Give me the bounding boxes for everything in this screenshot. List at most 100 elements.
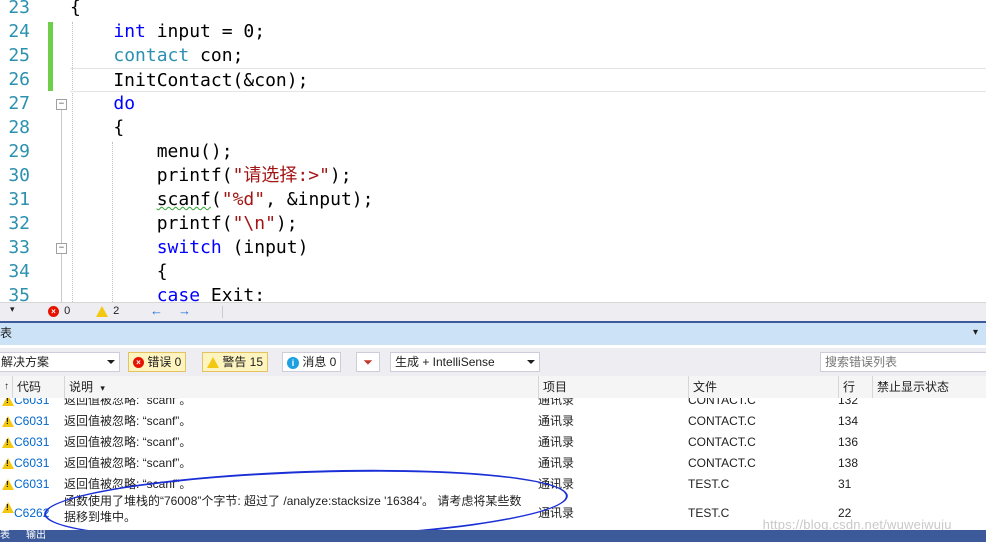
warning-code-link[interactable]: C6031 xyxy=(14,398,49,411)
error-list-toolbar: 解决方案 × 错误 0 警告 15 i 消息 0 ⏷ 生成 + IntelliS… xyxy=(0,348,986,376)
code-token: int xyxy=(113,21,146,42)
warning-icon xyxy=(2,398,14,406)
editor-status-strip: ▾ × 0 2 ← → xyxy=(0,302,986,321)
code-line[interactable]: do xyxy=(70,92,986,116)
messages-filter-button[interactable]: i 消息 0 xyxy=(282,352,342,372)
table-row[interactable]: C6031 返回值被忽略: “scanf”。 通讯录 CONTACT.C 136 xyxy=(0,432,986,453)
warning-line: 138 xyxy=(838,456,859,470)
chevron-down-icon xyxy=(527,360,535,364)
code-line[interactable]: { xyxy=(70,116,986,140)
code-line[interactable]: menu(); xyxy=(70,140,986,164)
table-row[interactable]: C6031 返回值被忽略: “scanf”。 通讯录 CONTACT.C 134 xyxy=(0,411,986,432)
chevron-down-icon[interactable]: ▾ xyxy=(10,304,15,315)
warning-project: 通讯录 xyxy=(538,414,575,428)
code-token: contact xyxy=(113,45,190,66)
warning-file: CONTACT.C xyxy=(688,456,756,470)
code-line[interactable]: InitContact(&con); xyxy=(70,68,986,92)
table-row[interactable]: C6031 返回值被忽略: “scanf”。 通讯录 CONTACT.C 132 xyxy=(0,398,986,411)
warning-project: 通讯录 xyxy=(538,456,575,470)
warning-code-link[interactable]: C6031 xyxy=(14,453,49,474)
warning-description: 返回值被忽略: “scanf”。 xyxy=(64,398,192,407)
build-filter-value: 生成 + IntelliSense xyxy=(395,355,495,369)
code-token: switch xyxy=(156,237,222,258)
code-token: "%d" xyxy=(221,189,266,210)
warning-code-link[interactable]: C6031 xyxy=(14,474,49,495)
line-number: 25 xyxy=(8,45,30,66)
line-number: 24 xyxy=(8,21,30,42)
warning-icon xyxy=(2,479,14,490)
code-line[interactable]: case Exit: xyxy=(70,284,986,302)
fold-toggle-switch[interactable]: − xyxy=(56,243,67,254)
code-token: printf( xyxy=(70,213,233,234)
filter-toggle-button[interactable]: ⏷ xyxy=(356,352,380,372)
warning-code-link[interactable]: C6031 xyxy=(14,411,49,432)
warnings-filter-button[interactable]: 警告 15 xyxy=(202,352,269,372)
fold-toggle-do[interactable]: − xyxy=(56,99,67,110)
fold-guide xyxy=(61,110,62,244)
code-token: "请选择:>" xyxy=(232,165,330,186)
code-line[interactable]: { xyxy=(70,0,986,20)
warning-description: 返回值被忽略: “scanf”。 xyxy=(64,414,192,428)
code-line[interactable]: int input = 0; xyxy=(70,20,986,44)
code-token: do xyxy=(113,93,136,114)
column-header-file[interactable]: 文件 xyxy=(688,376,838,398)
messages-filter-label: 消息 0 xyxy=(302,355,337,369)
code-token: "\n" xyxy=(232,213,276,234)
line-number: 23 xyxy=(8,0,30,18)
error-list-header: ↑ 代码 说明 ▾ 项目 文件 行 禁止显示状态 xyxy=(0,376,986,399)
nav-back-icon[interactable]: ← xyxy=(150,303,163,318)
line-number: 29 xyxy=(8,141,30,162)
change-indicator-bar xyxy=(48,22,53,91)
code-line[interactable]: printf("请选择:>"); xyxy=(70,164,986,188)
table-row[interactable]: C6031 返回值被忽略: “scanf”。 通讯录 CONTACT.C 138 xyxy=(0,453,986,474)
code-line[interactable]: { xyxy=(70,260,986,284)
warning-count: 2 xyxy=(113,305,120,317)
column-header-suppression[interactable]: 禁止显示状态 xyxy=(872,376,986,398)
line-number: 28 xyxy=(8,117,30,138)
line-number: 31 xyxy=(8,189,30,210)
code-token: con; xyxy=(189,45,244,66)
tab-error-list[interactable]: 表 xyxy=(0,530,10,542)
code-line[interactable]: scanf("%d", &input); xyxy=(70,188,986,212)
column-header-project[interactable]: 项目 xyxy=(538,376,688,398)
column-header-line[interactable]: 行 xyxy=(838,376,872,398)
error-icon: × xyxy=(48,305,59,317)
errors-filter-button[interactable]: × 错误 0 xyxy=(128,352,187,372)
code-token: printf( xyxy=(70,165,233,186)
warning-code-link[interactable]: C6031 xyxy=(14,432,49,453)
code-editor[interactable]: 23 24 25 26 27 28 29 30 31 32 33 34 35 − − { int inp… xyxy=(0,0,986,302)
warning-icon xyxy=(2,437,14,448)
chevron-down-icon[interactable]: ▾ xyxy=(973,323,978,343)
scope-dropdown[interactable]: 解决方案 xyxy=(0,352,120,372)
code-token: ); xyxy=(329,165,352,186)
tab-output[interactable]: 输出 xyxy=(26,530,46,542)
warning-icon xyxy=(2,416,14,427)
search-input[interactable] xyxy=(820,352,986,372)
warning-code-link[interactable]: C6262 xyxy=(14,503,49,524)
warning-file: TEST.C xyxy=(688,477,730,491)
error-list-rows: C6031返回值被忽略: “scanf”。通讯录CONTACT.C132C603… xyxy=(0,398,986,530)
warning-line: 136 xyxy=(838,435,859,449)
warning-line: 132 xyxy=(838,398,859,407)
error-count-indicator[interactable]: × 0 xyxy=(48,305,70,317)
code-line[interactable]: switch (input) xyxy=(70,236,986,260)
warning-line: 134 xyxy=(838,414,859,428)
warning-project: 通讯录 xyxy=(538,435,575,449)
warning-description-line2: 据移到堆中。 xyxy=(64,510,137,524)
warning-line: 31 xyxy=(838,477,852,491)
error-count: 0 xyxy=(64,305,71,317)
build-filter-dropdown[interactable]: 生成 + IntelliSense xyxy=(390,352,540,372)
column-header-description[interactable]: 说明 ▾ xyxy=(64,376,540,398)
code-token: ( xyxy=(210,189,222,210)
code-token: { xyxy=(70,117,125,138)
separator xyxy=(222,306,223,318)
code-line[interactable]: printf("\n"); xyxy=(70,212,986,236)
code-line[interactable]: contact con; xyxy=(70,44,986,68)
column-header-code[interactable]: 代码 xyxy=(12,376,64,398)
warning-count-indicator[interactable]: 2 xyxy=(96,305,119,317)
nav-forward-icon[interactable]: → xyxy=(178,303,191,318)
code-token: case xyxy=(156,285,201,302)
